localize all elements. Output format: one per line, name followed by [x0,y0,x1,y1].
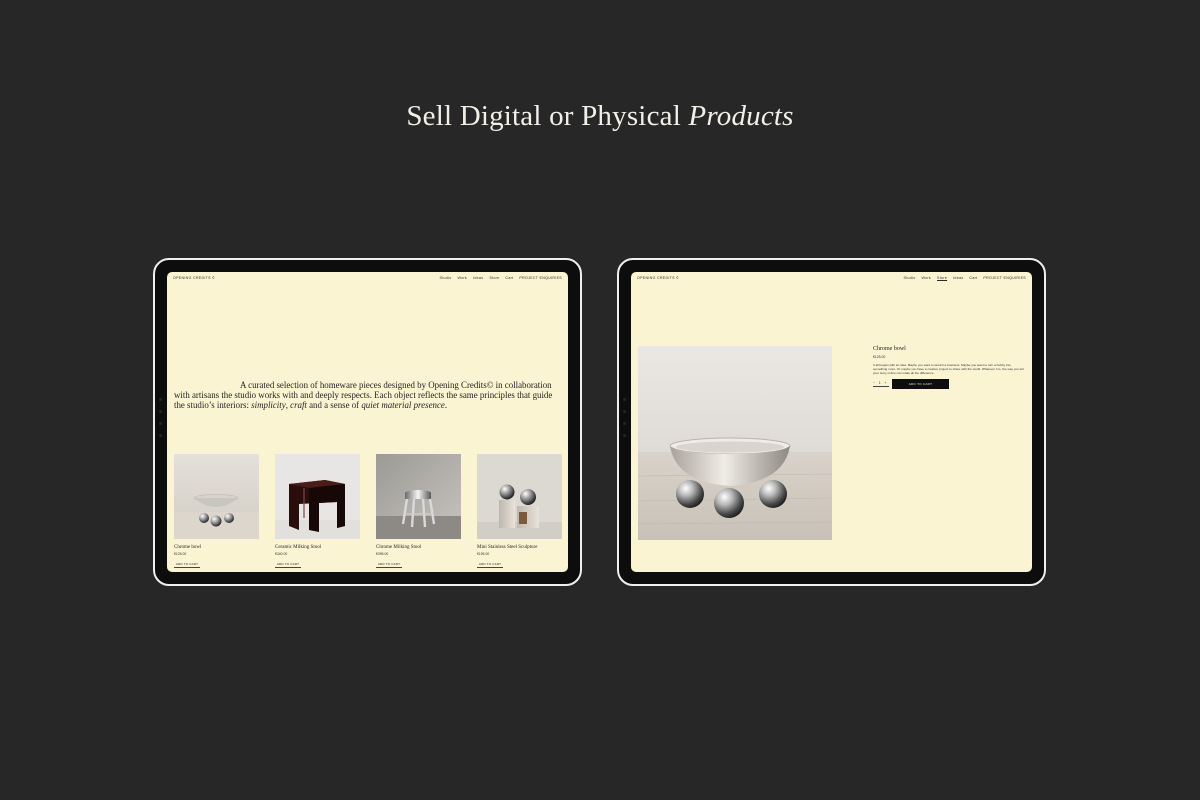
product-image-chrome-bowl[interactable] [174,454,259,539]
product-info: Chrome bowl €125.00 It all begins with a… [873,346,1025,390]
shop-screen: OPENING CREDITS © Studio Work Ideas Stor… [167,272,568,572]
tablet-sensor [159,422,162,425]
intro-text: and a sense of [306,399,362,410]
tablet-product-detail: OPENING CREDITS © Studio Work Store Idea… [617,258,1046,586]
product-card[interactable]: Mini Stainless Steel Sculpture €195.00 A… [477,454,562,568]
product-name[interactable]: Chrome bowl [174,545,259,550]
headline-emphasis: Products [688,100,794,132]
nav-project-enquiries[interactable]: PROJECT ENQUIRIES [519,276,562,280]
nav-project-enquiries[interactable]: PROJECT ENQUIRIES [983,276,1026,280]
page-headline: Sell Digital or Physical Products [0,100,1200,133]
store-intro: A curated selection of homeware pieces d… [174,380,560,411]
product-card[interactable]: Chrome bowl €125.00 ADD TO CART [174,454,259,568]
product-price: €125.00 [873,355,886,359]
product-hero-image[interactable] [638,346,832,540]
tablet-sensor [159,410,162,413]
main-nav: Studio Work Ideas Store Cart PROJECT ENQ… [440,276,563,280]
product-name[interactable]: Ceramic Milking Stool [275,545,360,550]
main-nav: Studio Work Store Ideas Cart PROJECT ENQ… [904,276,1027,280]
product-description: It all begins with an idea. Maybe you wa… [873,363,1024,376]
product-image-chrome-stool[interactable] [376,454,461,539]
product-image-steel-sculpture[interactable] [477,454,562,539]
add-to-cart-button[interactable]: ADD TO CART [376,562,402,568]
tablet-sensor [623,410,626,413]
tablet-sensor [159,398,162,401]
tablet-sensor [623,422,626,425]
qty-decrement-button[interactable]: − [873,381,875,385]
product-price: €125.00 [174,552,187,556]
product-name[interactable]: Mini Stainless Steel Sculpture [477,545,562,550]
add-to-cart-button[interactable]: ADD TO CART [174,562,200,568]
tablet-sensor [159,434,162,437]
product-price: €395.00 [376,552,389,556]
product-price: €195.00 [477,552,490,556]
site-header: OPENING CREDITS © Studio Work Ideas Stor… [173,276,562,284]
tablet-sensor [623,398,626,401]
nav-studio[interactable]: Studio [440,276,452,280]
headline-text: Sell Digital or Physical [406,100,689,132]
nav-store[interactable]: Store [489,276,499,280]
tablet-sensor [623,434,626,437]
intro-emphasis: simplicity [251,399,286,410]
qty-increment-button[interactable]: + [885,381,887,385]
nav-studio[interactable]: Studio [904,276,916,280]
brand-logo[interactable]: OPENING CREDITS © [637,276,679,280]
add-to-cart-button[interactable]: ADD TO CART [275,562,301,568]
detail-screen: OPENING CREDITS © Studio Work Store Idea… [631,272,1032,572]
brand-logo[interactable]: OPENING CREDITS © [173,276,215,280]
nav-work[interactable]: Work [922,276,932,280]
product-image-ceramic-stool[interactable] [275,454,360,539]
nav-store[interactable]: Store [937,276,947,280]
intro-emphasis: quiet material presence [361,399,445,410]
nav-ideas[interactable]: Ideas [473,276,483,280]
add-to-cart-button[interactable]: ADD TO CART [892,379,949,390]
site-header: OPENING CREDITS © Studio Work Store Idea… [637,276,1026,284]
add-to-cart-button[interactable]: ADD TO CART [477,562,503,568]
nav-cart[interactable]: Cart [505,276,513,280]
intro-emphasis: craft [290,399,307,410]
nav-cart[interactable]: Cart [969,276,977,280]
nav-work[interactable]: Work [458,276,468,280]
product-price: €340.00 [275,552,288,556]
product-card[interactable]: Chrome Milking Stool €395.00 ADD TO CART [376,454,461,568]
purchase-row: − 1 + ADD TO CART [873,379,1025,390]
qty-value[interactable]: 1 [879,381,881,385]
intro-text: . [444,399,448,410]
product-grid: Chrome bowl €125.00 ADD TO CART Ceramic … [174,454,562,568]
product-card[interactable]: Ceramic Milking Stool €340.00 ADD TO CAR… [275,454,360,568]
product-name[interactable]: Chrome Milking Stool [376,545,461,550]
product-title: Chrome bowl [873,346,906,352]
tablet-shop-listing: OPENING CREDITS © Studio Work Ideas Stor… [153,258,582,586]
quantity-stepper[interactable]: − 1 + [873,381,889,388]
nav-ideas[interactable]: Ideas [953,276,963,280]
